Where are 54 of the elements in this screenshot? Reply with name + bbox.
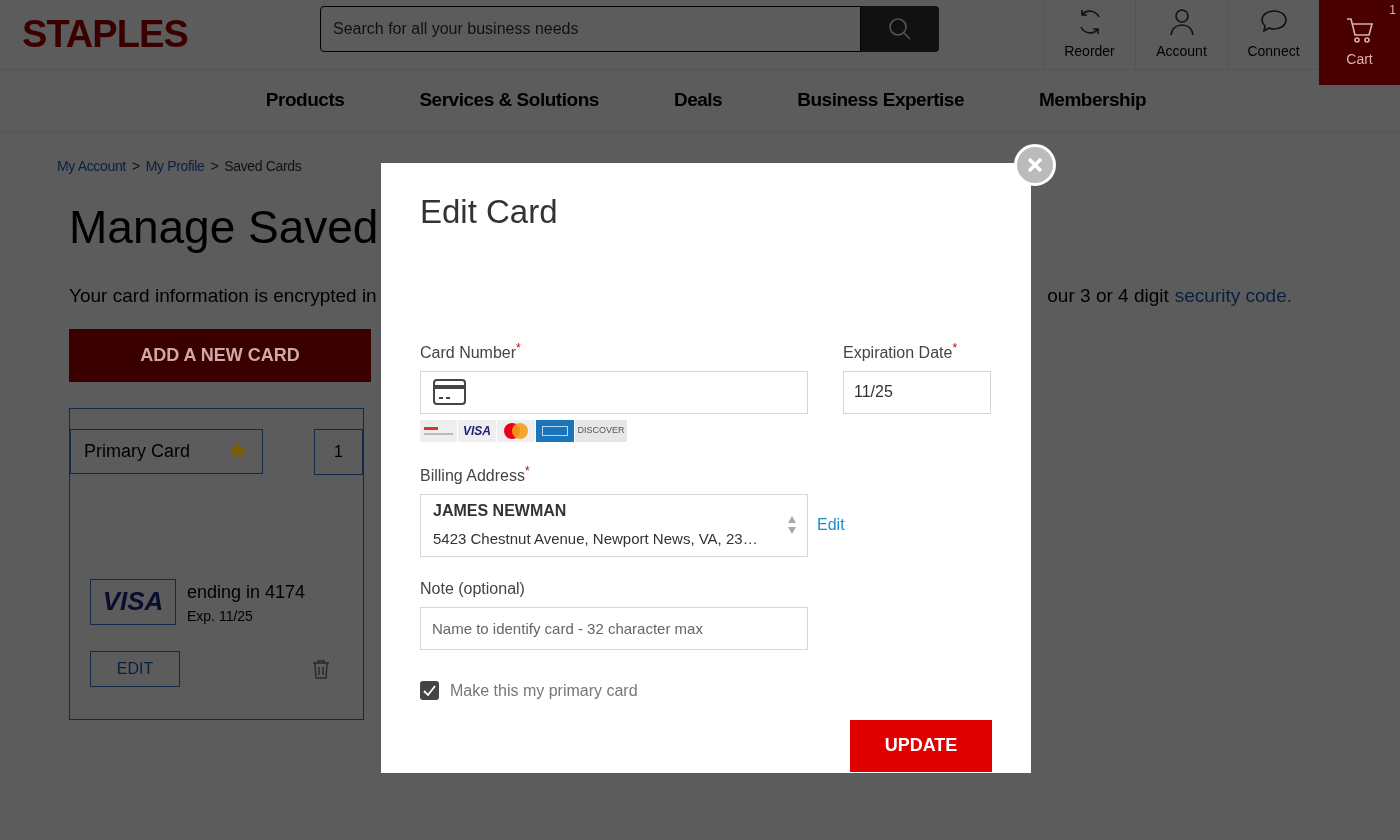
update-button[interactable]: UPDATE xyxy=(850,719,992,772)
visa-logo: VISA xyxy=(90,578,176,625)
nav-link[interactable]: Services & Solutions xyxy=(419,86,599,115)
trash-icon[interactable] xyxy=(312,658,330,679)
mastercard-logo xyxy=(497,419,535,442)
nav-link[interactable]: Deals xyxy=(673,86,723,115)
cart-count: 1 xyxy=(1389,2,1396,19)
discover-logo: DISCOVER xyxy=(575,419,627,442)
note-field[interactable]: Name to identify card - 32 character max xyxy=(420,606,808,650)
edit-card-button[interactable]: EDIT xyxy=(90,650,180,687)
header-link[interactable]: Account xyxy=(1135,0,1227,69)
intro-text: Your card information is encrypted in xyxy=(69,284,377,308)
billing-address-select[interactable]: JAMES NEWMAN 5423 Chestnut Avenue, Newport News, VA, 23… xyxy=(420,493,808,557)
cart-icon xyxy=(1344,15,1375,45)
nav-link[interactable]: Business Expertise xyxy=(797,86,964,115)
edit-address-link[interactable]: Edit xyxy=(817,513,845,537)
breadcrumb-separator: > xyxy=(131,157,140,176)
credit-card-icon xyxy=(433,379,466,405)
staples-logo[interactable]: STAPLES xyxy=(22,6,188,63)
primary-card-text: Primary Card xyxy=(84,439,190,463)
visa-logo: VISA xyxy=(458,419,496,442)
card-number-field[interactable] xyxy=(420,370,808,414)
billing-name: JAMES NEWMAN xyxy=(433,501,568,522)
billing-address-text: 5423 Chestnut Avenue, Newport News, VA, 23… xyxy=(433,529,759,550)
breadcrumb-separator: > xyxy=(210,157,219,176)
note-label: Note (optional) xyxy=(420,578,526,599)
billing-address-label: Billing Address$^{*}$ xyxy=(420,463,531,486)
card-ending-text: ending in 4174 xyxy=(187,580,306,604)
header-link[interactable]: Reorder xyxy=(1043,0,1135,69)
card-number-label: Card Number$^{*}$ xyxy=(420,340,522,363)
breadcrumb-current: Saved Cards xyxy=(224,157,302,176)
close-icon xyxy=(1027,157,1043,173)
nav-link[interactable]: Membership xyxy=(1039,86,1147,115)
primary-card-checkbox[interactable] xyxy=(420,681,439,700)
nav-link[interactable]: Products xyxy=(265,86,345,115)
page-number[interactable]: 1 xyxy=(314,428,363,475)
search-icon xyxy=(888,16,912,41)
breadcrumb-link[interactable]: My Profile xyxy=(145,156,205,177)
generic-card-logo xyxy=(420,419,457,442)
amex-logo xyxy=(536,419,574,442)
search-button[interactable] xyxy=(861,5,939,52)
search-field[interactable]: Search for all your business needs xyxy=(320,5,861,52)
primary-card-checkbox-label: Make this my primary card xyxy=(450,680,638,701)
intro-text: our 3 or 4 digit xyxy=(1047,284,1169,308)
security-code-link[interactable]: security code. xyxy=(1174,282,1292,311)
up-down-arrows-icon xyxy=(787,515,797,535)
add-card-button[interactable]: ADD A NEW CARD xyxy=(69,328,371,382)
breadcrumb-link[interactable]: My Account xyxy=(57,156,126,177)
page-title: Manage Saved xyxy=(69,200,379,255)
expiration-date-label: Expiration Date$^{*}$ xyxy=(843,340,959,363)
expiration-date-field[interactable]: 11/25 xyxy=(843,370,991,414)
dialog-title: Edit Card xyxy=(420,192,559,232)
card-expiry-text: Exp. 11/25 xyxy=(187,606,254,626)
cart-button[interactable]: Cart 1 xyxy=(1319,0,1400,85)
